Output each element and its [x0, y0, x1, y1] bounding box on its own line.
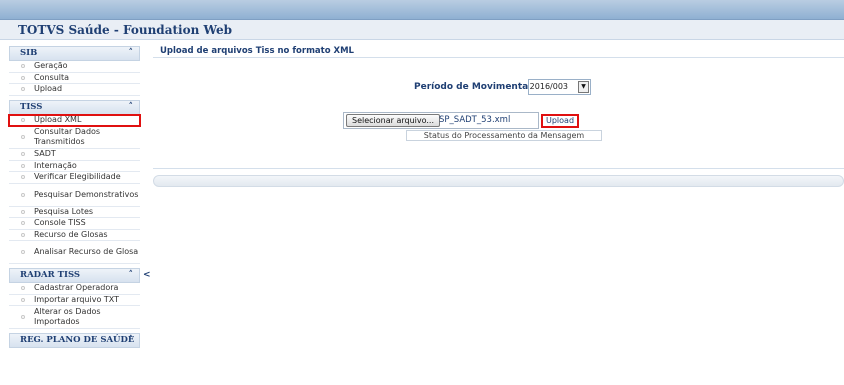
sidebar-item-upload-xml[interactable]: Upload XML	[8, 113, 141, 127]
section-title: RADAR TISS	[20, 270, 81, 280]
sidebar-item-cadastrar-operadora[interactable]: Cadastrar Operadora	[9, 283, 140, 295]
bullet-icon	[21, 315, 25, 319]
sidebar-item-label: SADT	[34, 149, 56, 159]
sidebar-item-label: Recurso de Glosas	[34, 229, 108, 239]
sidebar-item-consultar-dados-transmitidos[interactable]: Consultar Dados Transmitidos	[9, 126, 140, 149]
select-file-button[interactable]: Selecionar arquivo...	[346, 114, 441, 127]
sidebar-item-analisar-recurso-de-glosa[interactable]: Analisar Recurso de Glosa	[9, 241, 140, 264]
sidebar-item-label: Alterar os Dados Importados	[34, 307, 101, 326]
section-title: TISS	[20, 101, 43, 112]
sidebar-item-consulta[interactable]: Consulta	[9, 72, 140, 84]
divider	[153, 168, 844, 169]
sidebar-item-label: Consultar Dados Transmitidos	[34, 127, 101, 146]
sidebar-item-alterar-dados-importados[interactable]: Alterar os Dados Importados	[9, 306, 140, 329]
bullet-icon	[21, 286, 25, 291]
top-bar	[0, 0, 844, 20]
collapse-section-icon[interactable]: ˄	[129, 47, 134, 60]
bullet-icon	[21, 75, 25, 80]
sidebar-item-console-tiss[interactable]: Console TISS	[9, 218, 140, 230]
upload-button[interactable]: Upload	[541, 114, 579, 128]
page-title: Upload de arquivos Tiss no formato XML	[153, 44, 844, 58]
bullet-icon	[21, 152, 25, 157]
sidebar-item-importar-arquivo-txt[interactable]: Importar arquivo TXT	[9, 294, 140, 306]
bullet-icon	[21, 192, 25, 197]
bullet-icon	[21, 135, 25, 139]
status-message: Status do Processamento da Mensagem	[406, 130, 602, 141]
section-header-sib[interactable]: SIB ˄	[9, 46, 140, 61]
collapse-section-icon[interactable]: ˄	[129, 101, 134, 114]
bullet-icon	[21, 221, 25, 226]
sidebar-item-label: Pesquisar Demonstrativos	[34, 189, 139, 199]
sidebar-item-label: Analisar Recurso de Glosa	[34, 247, 139, 256]
file-input[interactable]: Selecionar arquivo... SP_SADT_53.xml	[343, 112, 539, 129]
bullet-icon	[21, 87, 25, 92]
periodo-value: 2016/003	[529, 82, 568, 91]
sidebar-item-label: Verificar Elegibilidade	[34, 172, 121, 182]
bottom-bar	[153, 175, 844, 187]
sidebar-item-label: Console TISS	[34, 218, 86, 228]
collapse-section-icon[interactable]: ˄	[129, 334, 134, 347]
sidebar-item-label: Internação	[34, 160, 77, 170]
section-header-tiss[interactable]: TISS ˄	[9, 99, 140, 115]
section-title: REG. PLANO DE SAÚDE	[20, 335, 135, 345]
bullet-icon	[21, 175, 25, 180]
bullet-icon	[21, 163, 25, 168]
collapse-sidebar-button[interactable]: <	[143, 270, 151, 280]
sidebar-item-label: Importar arquivo TXT	[34, 294, 119, 304]
bullet-icon	[21, 117, 25, 122]
sidebar-item-upload[interactable]: Upload	[9, 84, 140, 96]
file-name: SP_SADT_53.xml	[439, 115, 511, 125]
app-title: TOTVS Saúde - Foundation Web	[18, 23, 233, 37]
bullet-icon	[21, 232, 25, 237]
sidebar-item-label: Upload	[34, 84, 63, 94]
sidebar-item-label: Consulta	[34, 72, 70, 82]
sidebar-item-pesquisar-demonstrativos[interactable]: Pesquisar Demonstrativos	[9, 184, 140, 207]
section-header-radar-tiss[interactable]: RADAR TISS ˄	[9, 268, 140, 283]
sidebar-item-label: Upload XML	[34, 114, 82, 124]
sidebar-item-recurso-de-glosas[interactable]: Recurso de Glosas	[9, 229, 140, 241]
sidebar-item-internacao[interactable]: Internação	[9, 160, 140, 172]
bullet-icon	[21, 64, 25, 69]
sidebar-item-pesquisa-lotes[interactable]: Pesquisa Lotes	[9, 206, 140, 218]
sidebar-item-label: Geração	[34, 61, 68, 71]
bullet-icon	[21, 297, 25, 302]
main-content: Upload de arquivos Tiss no formato XML P…	[153, 44, 844, 187]
app-title-bar: TOTVS Saúde - Foundation Web	[0, 20, 844, 40]
sidebar-item-verificar-elegibilidade[interactable]: Verificar Elegibilidade	[9, 172, 140, 184]
sidebar-item-geracao[interactable]: Geração	[9, 61, 140, 73]
section-title: SIB	[20, 48, 38, 58]
chevron-down-icon[interactable]: ▼	[578, 81, 589, 93]
collapse-section-icon[interactable]: ˄	[129, 269, 134, 282]
sidebar: SIB ˄ Geração Consulta Upload TISS ˄ Upl…	[8, 46, 141, 385]
section-header-reg-plano-de-saude[interactable]: REG. PLANO DE SAÚDE ˄	[9, 333, 140, 348]
bullet-icon	[21, 250, 25, 254]
sidebar-item-label: Pesquisa Lotes	[34, 206, 94, 216]
sidebar-item-sadt[interactable]: SADT	[9, 149, 140, 161]
bullet-icon	[21, 209, 25, 214]
sidebar-item-label: Cadastrar Operadora	[34, 283, 119, 293]
periodo-select[interactable]: 2016/003 ▼	[528, 79, 591, 95]
